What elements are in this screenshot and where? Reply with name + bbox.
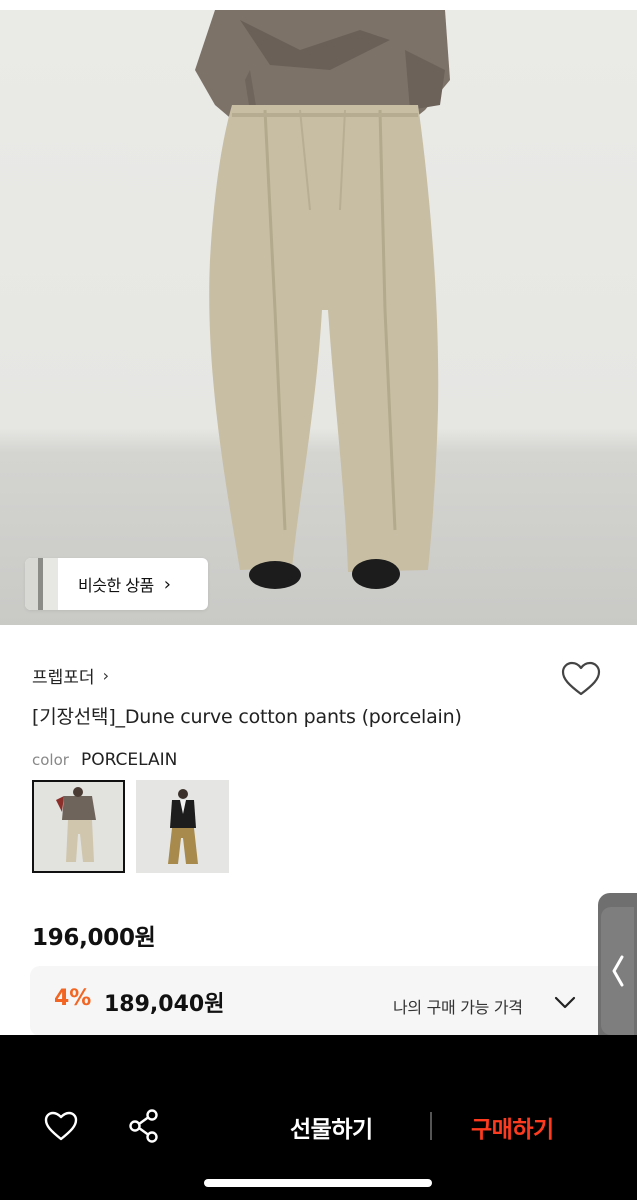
- chevron-left-icon: [612, 955, 623, 986]
- original-price: 196,000원: [32, 925, 156, 951]
- similar-products-button[interactable]: 비슷한 상품 ›: [25, 558, 208, 610]
- product-title: [기장선택]_Dune curve cotton pants (porcelai…: [32, 706, 462, 728]
- product-hero-image[interactable]: 비슷한 상품 ›: [0, 10, 637, 625]
- bottom-action-bar: 선물하기 구매하기: [0, 1035, 637, 1200]
- my-price-label: 나의 구매 가능 가격: [393, 998, 523, 1017]
- color-label: color: [32, 751, 69, 769]
- share-icon[interactable]: [127, 1108, 161, 1144]
- divider: [430, 1112, 432, 1140]
- discount-percent: 4%: [54, 986, 92, 1011]
- chevron-down-icon: [554, 996, 576, 1009]
- discounted-price: 189,040원: [104, 992, 225, 1017]
- similar-product-thumbnail: [25, 558, 58, 610]
- chevron-right-icon: ›: [102, 666, 109, 685]
- color-value: PORCELAIN: [80, 750, 178, 770]
- side-panel-tab[interactable]: [598, 893, 637, 1048]
- color-swatch-khaki[interactable]: [136, 780, 229, 873]
- brand-name: 프렙포더: [32, 668, 95, 688]
- product-photo: [195, 10, 450, 589]
- heart-icon[interactable]: [43, 1110, 79, 1142]
- color-row: color PORCELAIN: [32, 750, 177, 770]
- chevron-right-icon: ›: [163, 573, 171, 595]
- swatch-image: [136, 780, 229, 873]
- heart-outline-icon[interactable]: [560, 660, 602, 698]
- buy-button[interactable]: 구매하기: [471, 1110, 554, 1144]
- my-price-dropdown[interactable]: 4% 189,040원 나의 구매 가능 가격: [30, 966, 620, 1036]
- similar-products-label: 비슷한 상품: [78, 576, 154, 595]
- gift-button[interactable]: 선물하기: [290, 1110, 373, 1144]
- home-indicator: [204, 1179, 432, 1187]
- brand-link[interactable]: 프렙포더 ›: [32, 663, 109, 688]
- side-panel-tab-inner: [601, 906, 634, 1035]
- swatch-image: [34, 782, 123, 871]
- color-swatch-porcelain[interactable]: [32, 780, 125, 873]
